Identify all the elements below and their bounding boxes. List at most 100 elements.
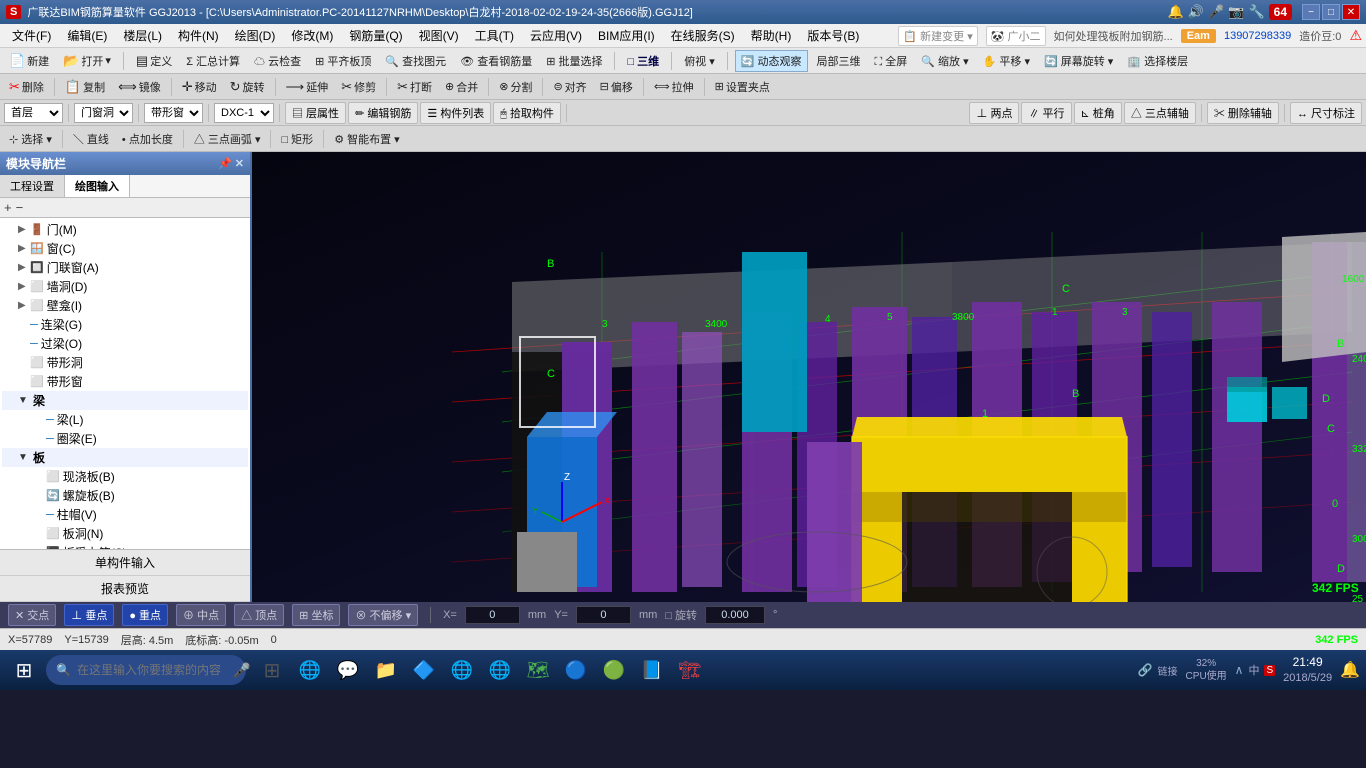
three-points-aux-button[interactable]: △ 三点辅轴 [1124, 102, 1196, 124]
taskbar-app-glodon[interactable]: 🏗 [674, 654, 706, 686]
camera-icon[interactable]: 📷 [1228, 4, 1244, 20]
parallel-button[interactable]: ∥ 平行 [1021, 102, 1071, 124]
property-button[interactable]: ▤ 层属性 [285, 102, 346, 124]
tree-item-beam-l[interactable]: ─梁(L) [2, 410, 248, 429]
mirror-button[interactable]: ⟺镜像 [113, 77, 166, 97]
tree-item-lintel[interactable]: ─过梁(O) [2, 334, 248, 353]
tree-item-window[interactable]: ▶🪟窗(C) [2, 239, 248, 258]
window-select[interactable]: 门窗洞 [74, 103, 133, 123]
member-list-button[interactable]: ☰ 构件列表 [420, 102, 491, 124]
snap-vertical-button[interactable]: ⊥ 垂点 [64, 604, 114, 626]
search-input[interactable] [77, 663, 227, 677]
smart-place-button[interactable]: ⚙ 智能布置 ▾ [329, 129, 405, 149]
tab-draw-input[interactable]: 绘图输入 [65, 175, 130, 197]
menu-view[interactable]: 视图(V) [411, 25, 467, 46]
rect-button[interactable]: □ 矩形 [276, 129, 318, 149]
minimize-button[interactable]: − [1302, 4, 1320, 20]
local-3d-button[interactable]: 局部三维 [812, 51, 866, 71]
minus-node-icon[interactable]: − [16, 200, 24, 215]
corner-button[interactable]: ⊾ 桩角 [1074, 102, 1122, 124]
mic-icon[interactable]: 🎤 [1208, 4, 1224, 20]
snap-center-button[interactable]: ● 重点 [122, 604, 168, 626]
shape-select[interactable]: 带形窗 [144, 103, 203, 123]
menu-file[interactable]: 文件(F) [4, 25, 59, 46]
network-icon[interactable]: 🔗 [1138, 663, 1153, 677]
search-box[interactable]: 🔍 🎤 [46, 655, 246, 685]
cloud-check-button[interactable]: ☁ 云检查 [249, 51, 306, 71]
edit-rebar-button[interactable]: ✏ 编辑钢筋 [348, 102, 418, 124]
stretch-button[interactable]: ⟺ 拉伸 [649, 77, 699, 97]
tree-item-cast-slab[interactable]: ⬜现浇板(B) [2, 467, 248, 486]
snap-midpoint-button[interactable]: ⊕ 中点 [176, 604, 226, 626]
eam-banner[interactable]: Eam [1181, 29, 1216, 43]
tree-item-col-cap[interactable]: ─柱帽(V) [2, 505, 248, 524]
open-button[interactable]: 📂打开▾ [58, 51, 116, 71]
taskbar-app-edge[interactable]: 🔷 [408, 654, 440, 686]
zoom-button[interactable]: 🔍 缩放 ▾ [916, 51, 973, 71]
taskbar-app-1[interactable]: ⊞ [256, 654, 288, 686]
three-arc-button[interactable]: △ 三点画弧 ▾ [189, 129, 266, 149]
sum-button[interactable]: Σ 汇总计算 [181, 51, 245, 71]
dxc-select[interactable]: DXC-1 DXC-2 [214, 103, 274, 123]
line-button[interactable]: ＼ 直线 [68, 129, 114, 149]
panel-close-icon[interactable]: ✕ [235, 157, 244, 170]
align-button[interactable]: ⊜ 对齐 [548, 77, 591, 97]
menu-online[interactable]: 在线服务(S) [663, 25, 743, 46]
set-vertex-button[interactable]: ⊞ 设置夹点 [710, 77, 775, 97]
define-button[interactable]: ▤定义 [131, 51, 177, 71]
y-coord-input[interactable] [576, 606, 631, 624]
pick-member-button[interactable]: 🖱 拾取构件 [493, 102, 561, 124]
pin-icon[interactable]: 📌 [218, 157, 232, 170]
rotate-button[interactable]: ↻旋转 [225, 77, 270, 97]
snap-coord-button[interactable]: ⊞ 坐标 [292, 604, 340, 626]
menu-draw[interactable]: 绘图(D) [227, 25, 284, 46]
dim-button[interactable]: ↔ 尺寸标注 [1290, 102, 1362, 124]
menu-member[interactable]: 构件(N) [170, 25, 227, 46]
menu-help[interactable]: 帮助(H) [743, 25, 800, 46]
tree-item-spiral-slab[interactable]: 🔄螺旋板(B) [2, 486, 248, 505]
delete-button[interactable]: ✂删除 [4, 77, 49, 97]
fullscreen-button[interactable]: ⛶ 全屏 [870, 51, 913, 71]
batch-select-button[interactable]: ⊞ 批量选择 [541, 51, 607, 71]
menu-modify[interactable]: 修改(M) [283, 25, 341, 46]
menu-tools[interactable]: 工具(T) [467, 25, 522, 46]
taskbar-app-5[interactable]: 🔵 [560, 654, 592, 686]
dynamic-view-button[interactable]: 🔄 动态观察 [735, 50, 808, 72]
taskbar-app-ie2[interactable]: 🌐 [446, 654, 478, 686]
start-button[interactable]: ⊞ [6, 652, 42, 688]
tree-item-door-window[interactable]: ▶🔲门联窗(A) [2, 258, 248, 277]
menu-floor[interactable]: 楼层(L) [115, 25, 170, 46]
viewport[interactable]: B B B C C C 0 1 D D 3 3400 4 5 3800 1 3 … [252, 152, 1366, 602]
taskbar-app-ie[interactable]: 🌐 [294, 654, 326, 686]
x-coord-input[interactable] [465, 606, 520, 624]
report-preview-button[interactable]: 报表预览 [0, 576, 250, 602]
break-button[interactable]: ✂打断 [392, 77, 437, 97]
tree-item-strip-window[interactable]: ⬜带形窗 [2, 372, 248, 391]
del-aux-button[interactable]: ✂ 删除辅轴 [1207, 102, 1279, 124]
tab-project-settings[interactable]: 工程设置 [0, 175, 65, 197]
menu-edit[interactable]: 编辑(E) [59, 25, 115, 46]
pan-button[interactable]: ✋ 平移 ▾ [978, 51, 1035, 71]
trim-button[interactable]: ✂修剪 [336, 77, 381, 97]
taskbar-app-chat[interactable]: 💬 [332, 654, 364, 686]
tree-item-ring-beam[interactable]: ─圈梁(E) [2, 429, 248, 448]
floor-select[interactable]: 首层 第二层 [4, 103, 63, 123]
maximize-button[interactable]: □ [1322, 4, 1340, 20]
rotate-input[interactable] [705, 606, 765, 624]
taskbar-app-ie3[interactable]: 🌐 [484, 654, 516, 686]
plan-view-button[interactable]: 俯视 ▾ [679, 51, 720, 71]
select-tool-button[interactable]: ⊹ 选择 ▾ [4, 129, 57, 149]
snap-no-offset-button[interactable]: ⊗ 不偏移 ▾ [348, 604, 418, 626]
add-length-button[interactable]: • 点加长度 [117, 129, 178, 149]
tree-group-slab[interactable]: ▼板 [2, 448, 248, 467]
menu-version[interactable]: 版本号(B) [799, 25, 867, 46]
tree-item-wall-hole[interactable]: ▶⬜墙洞(D) [2, 277, 248, 296]
taskbar-app-7[interactable]: 📘 [636, 654, 668, 686]
menu-cloud[interactable]: 云应用(V) [522, 25, 590, 46]
flat-board-button[interactable]: ⊞ 平齐板顶 [310, 51, 376, 71]
new-change-btn[interactable]: 📋 新建变更 ▾ [898, 26, 977, 46]
view-rebar-button[interactable]: 👁 查看钢筋量 [455, 51, 537, 71]
tree-item-door[interactable]: ▶🚪门(M) [2, 220, 248, 239]
taskbar-app-file[interactable]: 📁 [370, 654, 402, 686]
tree-item-slab-hole[interactable]: ⬜板洞(N) [2, 524, 248, 543]
